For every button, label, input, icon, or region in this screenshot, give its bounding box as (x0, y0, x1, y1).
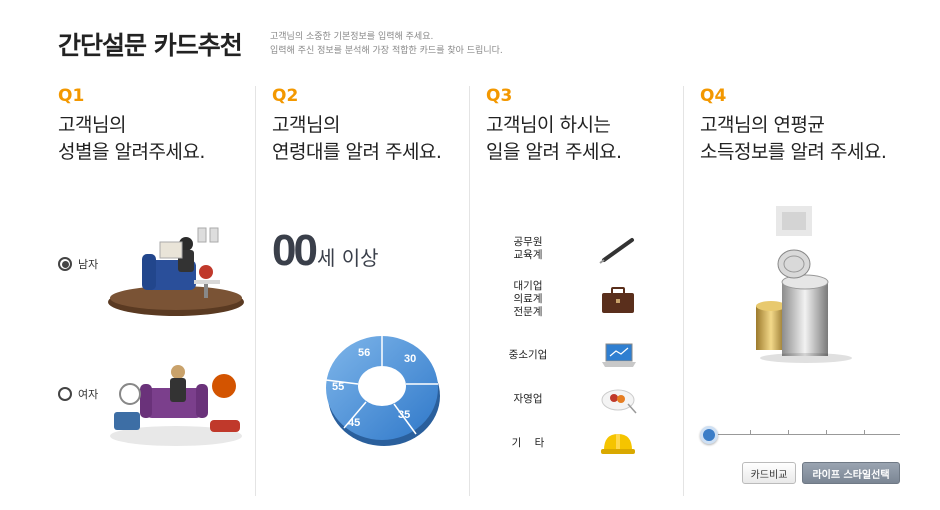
laptop-icon (602, 343, 636, 367)
page-description: 고객님의 소중한 기본정보를 입력해 주세요. 입력해 주신 정보를 분석해 가… (270, 30, 503, 58)
job-option-label: 대기업 의료계 전문계 (470, 280, 586, 319)
job-option-public[interactable]: 공무원 교육계 (470, 234, 682, 264)
question-text-line-2: 소득정보를 알려 주세요. (700, 141, 887, 163)
slider-tick (788, 430, 789, 435)
job-label-line: 중소기업 (508, 348, 548, 361)
question-text-line-2: 일을 알려 주세요. (486, 141, 622, 163)
age-value: 00 (272, 226, 318, 275)
gender-option-label: 여자 (78, 388, 99, 401)
question-text: 고객님의 성별을 알려주세요. (58, 112, 205, 166)
job-label-line: 대기업 (513, 280, 543, 292)
question-text-line-1: 고객님이 하시는 (486, 114, 611, 136)
donut-label[interactable]: 56 (358, 347, 370, 359)
job-option-label: 기 타 (470, 437, 586, 450)
slider-thumb[interactable] (700, 426, 718, 444)
question-text-line-1: 고객님의 연평균 (700, 114, 825, 136)
page-title: 간단설문 카드추천 (58, 31, 243, 60)
question-number: Q4 (700, 86, 727, 106)
job-label-line: 기 타 (511, 436, 545, 449)
question-number: Q2 (272, 86, 299, 106)
job-label-line: 교육계 (513, 249, 543, 261)
question-text: 고객님의 연령대를 알려 주세요. (272, 112, 442, 166)
donut-label[interactable]: 30 (404, 353, 416, 365)
donut-label[interactable]: 45 (348, 417, 360, 429)
question-text-line-1: 고객님의 (272, 114, 340, 136)
donut-label[interactable]: 55 (332, 381, 344, 393)
question-gender: Q1 고객님의 성별을 알려주세요. 남자 여자 (58, 86, 254, 496)
question-text-line-2: 성별을 알려주세요. (58, 141, 205, 163)
gender-option-label: 남자 (78, 258, 99, 271)
question-text-line-2: 연령대를 알려 주세요. (272, 141, 442, 163)
question-number: Q1 (58, 86, 85, 106)
male-illustration[interactable] (106, 220, 246, 320)
job-label-line: 전문계 (513, 306, 543, 318)
coins-illustration (756, 206, 852, 363)
card-compare-button[interactable]: 카드비교 (742, 462, 796, 484)
pen-icon (599, 238, 634, 264)
hardhat-icon (601, 434, 635, 454)
job-option-other[interactable]: 기 타 (470, 428, 682, 458)
job-option-label: 자영업 (470, 393, 586, 406)
slider-tick (750, 430, 751, 435)
question-text: 고객님이 하시는 일을 알려 주세요. (486, 112, 622, 166)
female-illustration[interactable] (106, 358, 246, 450)
age-suffix: 세 이상 (316, 246, 379, 270)
radio-button-selected[interactable] (58, 257, 72, 271)
lifestyle-select-button[interactable]: 라이프 스타일선택 (802, 462, 900, 484)
question-job: Q3 고객님이 하시는 일을 알려 주세요. 공무원 교육계 대기업 의료계 전… (470, 86, 682, 496)
job-label-line: 의료계 (513, 293, 543, 305)
job-option-enterprise[interactable]: 대기업 의료계 전문계 (470, 280, 682, 319)
job-label-line: 공무원 (513, 236, 543, 248)
age-display: 00 세 이상 (272, 226, 379, 276)
question-age: Q2 고객님의 연령대를 알려 주세요. 00 세 이상 30 35 45 55… (256, 86, 468, 496)
question-text-line-1: 고객님의 (58, 114, 126, 136)
gender-option-female[interactable]: 여자 (58, 386, 98, 402)
question-number: Q3 (486, 86, 513, 106)
description-line-2: 입력해 주신 정보를 분석해 가장 적합한 카드를 찾아 드립니다. (270, 46, 503, 56)
gender-option-male[interactable]: 남자 (58, 256, 98, 272)
radio-button[interactable] (58, 387, 72, 401)
job-option-sme[interactable]: 중소기업 (470, 340, 682, 370)
donut-label[interactable]: 35 (398, 409, 410, 421)
job-option-label: 공무원 교육계 (470, 236, 586, 262)
question-income: Q4 고객님의 연평균 소득정보를 알려 주세요. 카드비교 라이프 스타일선택 (684, 86, 904, 496)
food-plate-icon (601, 389, 637, 414)
age-donut-selector[interactable]: 30 35 45 55 56 (322, 328, 442, 448)
job-option-label: 중소기업 (470, 349, 586, 362)
slider-tick (864, 430, 865, 435)
description-line-1: 고객님의 소중한 기본정보를 입력해 주세요. (270, 32, 434, 42)
job-label-line: 자영업 (513, 392, 543, 405)
briefcase-icon (602, 286, 634, 313)
income-slider[interactable] (700, 424, 900, 446)
job-option-selfemployed[interactable]: 자영업 (470, 384, 682, 414)
question-text: 고객님의 연평균 소득정보를 알려 주세요. (700, 112, 887, 166)
slider-tick (826, 430, 827, 435)
slider-track[interactable] (706, 434, 900, 435)
radio-dot (61, 260, 69, 268)
